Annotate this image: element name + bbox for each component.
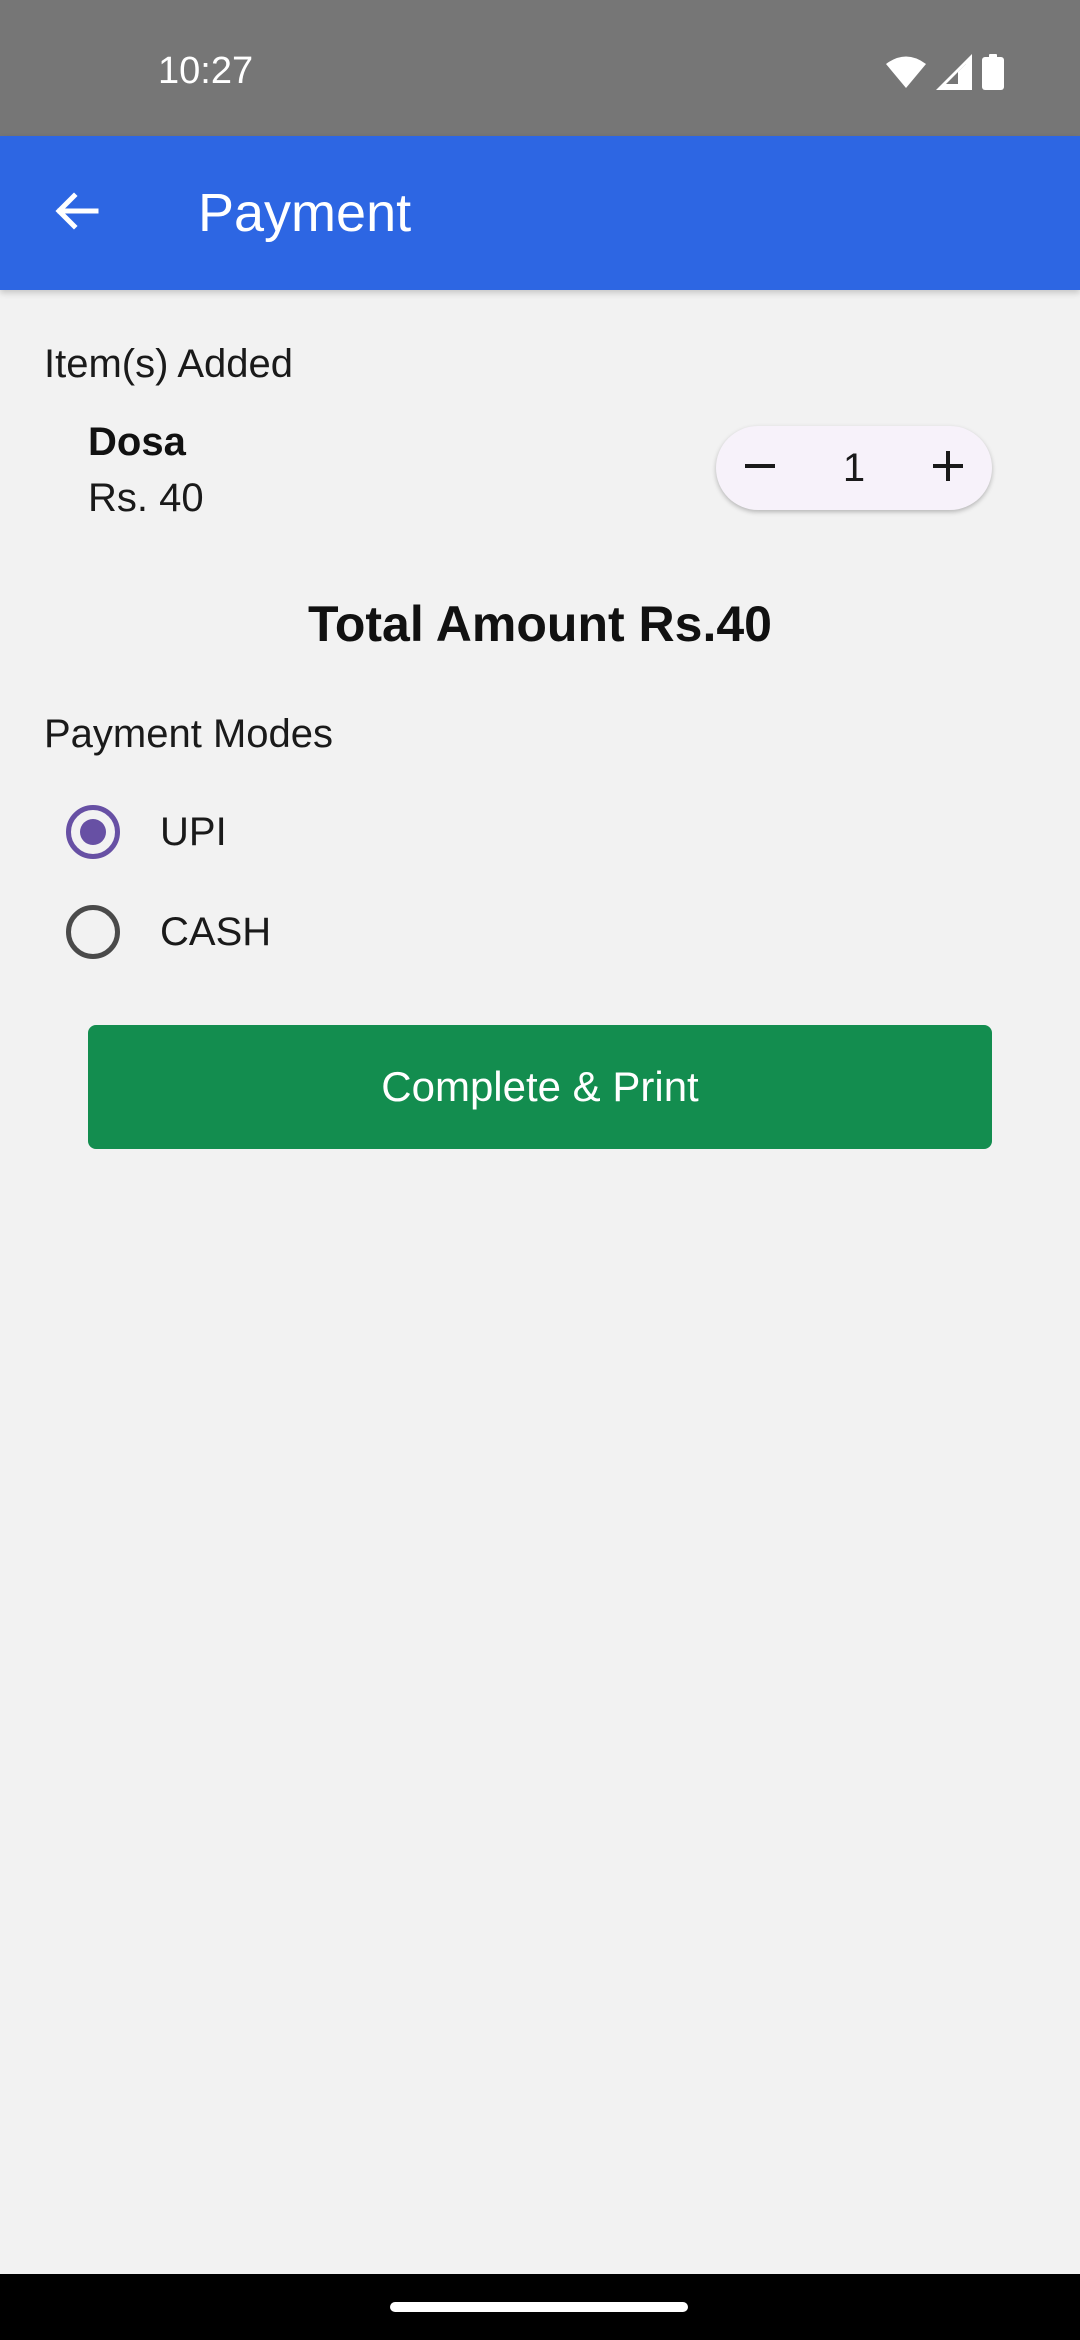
home-indicator[interactable] — [390, 2302, 688, 2312]
payment-option-label: UPI — [160, 810, 227, 854]
status-bar: 10:27 — [0, 0, 1080, 136]
total-amount: Total Amount Rs.40 — [308, 596, 772, 652]
signal-icon — [936, 54, 972, 90]
items-added-label: Item(s) Added — [44, 342, 294, 386]
status-time: 10:27 — [158, 50, 254, 92]
arrow-back-icon — [52, 187, 100, 240]
back-button[interactable] — [36, 173, 116, 253]
decrement-button[interactable] — [716, 426, 804, 510]
item-price: Rs. 40 — [88, 476, 204, 520]
radio-dot — [80, 819, 106, 845]
quantity-value: 1 — [842, 446, 866, 490]
increment-button[interactable] — [904, 426, 992, 510]
wifi-icon — [886, 55, 926, 89]
radio-button-unselected[interactable] — [66, 905, 120, 959]
payment-modes-label: Payment Modes — [44, 712, 334, 756]
radio-button-selected[interactable] — [66, 805, 120, 859]
quantity-stepper: 1 — [716, 426, 992, 510]
battery-icon — [982, 54, 1004, 90]
page-title: Payment — [198, 183, 412, 243]
app-bar: Payment — [0, 136, 1080, 290]
complete-print-button[interactable]: Complete & Print — [88, 1025, 992, 1149]
payment-option-label: CASH — [160, 910, 272, 954]
payment-option-cash[interactable]: CASH — [62, 900, 271, 964]
item-name: Dosa — [88, 420, 186, 464]
status-icons — [886, 52, 1004, 92]
system-navigation-bar — [0, 2274, 1080, 2340]
plus-icon — [931, 449, 965, 488]
payment-option-upi[interactable]: UPI — [62, 800, 227, 864]
minus-icon — [743, 449, 777, 488]
